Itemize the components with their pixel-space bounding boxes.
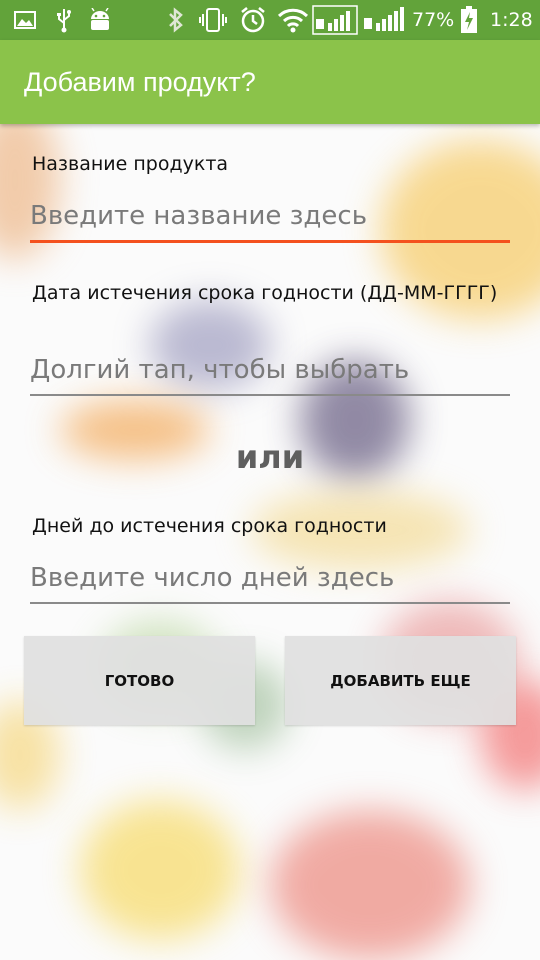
product-name-label: Название продукта xyxy=(32,153,229,175)
expiry-date-input[interactable] xyxy=(30,346,510,396)
sim1-signal-icon xyxy=(312,0,358,40)
add-more-button[interactable]: ДОБАВИТЬ ЕЩЕ xyxy=(285,636,516,725)
app-bar: Добавим продукт? xyxy=(0,40,540,124)
alarm-icon xyxy=(238,0,268,40)
battery-percent: 77% xyxy=(412,9,455,31)
days-until-expiry-label: Дней до истечения срока годности xyxy=(32,515,387,537)
clock: 1:28 xyxy=(490,9,533,31)
done-button[interactable]: ГОТОВО xyxy=(24,636,255,725)
usb-icon xyxy=(52,0,76,40)
vibrate-icon xyxy=(198,0,228,40)
sim2-signal-icon xyxy=(362,0,406,40)
android-icon xyxy=(86,0,114,40)
or-separator: или xyxy=(235,438,305,476)
wifi-icon xyxy=(276,0,310,40)
product-name-input[interactable] xyxy=(30,192,510,243)
blurred-background xyxy=(0,40,540,960)
image-icon xyxy=(12,0,38,40)
app-title: Добавим продукт? xyxy=(24,67,256,97)
status-bar: 77% 1:28 xyxy=(0,0,540,40)
days-until-expiry-input[interactable] xyxy=(30,554,510,604)
bluetooth-icon xyxy=(164,0,188,40)
expiry-date-label: Дата истечения срока годности (ДД-ММ-ГГГ… xyxy=(32,282,498,304)
battery-charging-icon xyxy=(458,0,480,40)
